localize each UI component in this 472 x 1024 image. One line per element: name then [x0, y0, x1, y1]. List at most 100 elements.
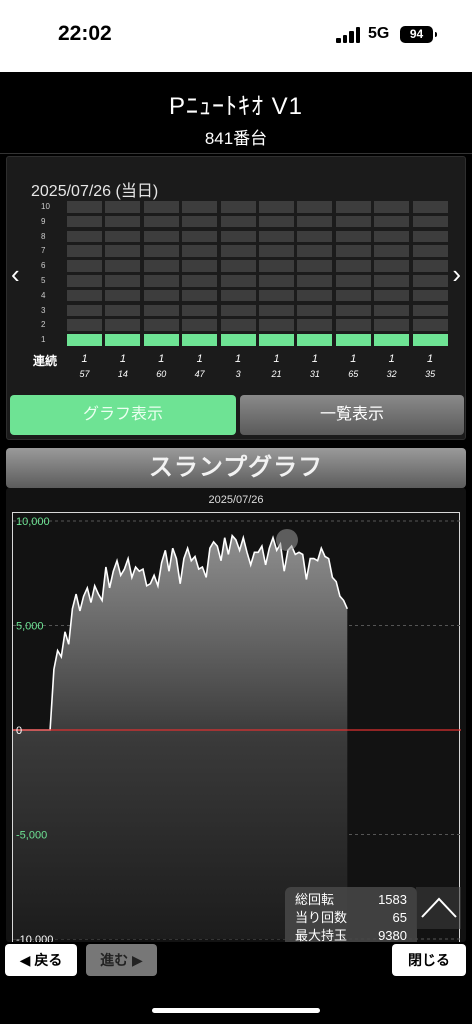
empty-cell	[143, 245, 179, 257]
stat-value: 1583	[378, 892, 407, 907]
machine-number: 841番台	[204, 129, 268, 148]
y-tick-label: -10,000	[16, 934, 53, 942]
empty-cell	[143, 260, 179, 272]
renzoku-count: 1	[350, 353, 357, 365]
empty-cell	[105, 245, 141, 257]
status-bar: 22:02 5G 94	[0, 0, 472, 72]
hit-cell	[374, 334, 410, 346]
renzoku-count: 1	[427, 353, 434, 365]
empty-cell	[374, 245, 410, 257]
row-number: 9	[41, 216, 46, 226]
empty-cell	[220, 260, 256, 272]
battery-icon: 94	[400, 26, 437, 43]
empty-cell	[143, 289, 179, 302]
empty-cell	[335, 304, 371, 317]
history-column[interactable]: 1 60	[144, 349, 179, 379]
empty-cell	[297, 275, 333, 287]
row-number: 8	[41, 231, 46, 241]
history-column[interactable]: 1 21	[259, 349, 294, 379]
home-indicator[interactable]	[152, 1008, 320, 1013]
stat-value: 9380	[378, 928, 407, 942]
history-column[interactable]: 1 14	[105, 349, 140, 379]
spin-count: 32	[386, 369, 397, 379]
empty-cell	[412, 215, 448, 228]
scroll-top-button[interactable]	[416, 887, 461, 929]
empty-cell	[259, 289, 294, 302]
empty-cell	[259, 215, 294, 228]
prev-day-chevron-icon[interactable]: ‹	[11, 259, 20, 290]
empty-cell	[220, 289, 256, 302]
empty-cell	[374, 289, 410, 302]
empty-cell	[182, 289, 218, 302]
history-column[interactable]: 1 65	[336, 349, 371, 379]
status-time: 22:02	[58, 22, 112, 45]
back-button[interactable]: ◀ 戻る	[5, 944, 77, 976]
spin-count: 31	[309, 369, 320, 379]
empty-cell	[297, 289, 333, 302]
spin-count: 21	[271, 369, 282, 379]
slump-graph-panel: 2025/07/26 10,000 5,000 0 -5,000 -10,000 総回転…	[6, 488, 466, 942]
empty-cell	[143, 275, 179, 287]
empty-cell	[220, 319, 256, 331]
tab-list-view[interactable]: 一覧表示	[240, 395, 464, 435]
history-row: 9	[27, 215, 448, 231]
history-column[interactable]: 1 31	[297, 349, 332, 379]
history-row: 8	[27, 230, 448, 246]
empty-cell	[105, 201, 141, 213]
empty-cell	[67, 260, 102, 272]
empty-cell	[67, 275, 102, 287]
empty-cell	[67, 289, 102, 302]
empty-cell	[412, 319, 448, 331]
history-column[interactable]: 1 47	[182, 349, 217, 379]
history-row: 1	[27, 334, 448, 349]
spin-count: 57	[79, 369, 90, 379]
empty-cell	[143, 230, 179, 243]
empty-cell	[335, 275, 371, 287]
empty-cell	[105, 215, 141, 228]
hit-cell	[143, 334, 179, 346]
row-number: 10	[41, 202, 50, 211]
graph-date: 2025/07/26	[208, 494, 264, 506]
empty-cell	[297, 230, 333, 243]
empty-cell	[182, 275, 218, 287]
stats-box: 総回転 1583 当り回数 65 最大持玉 9380	[285, 887, 417, 942]
stat-hit-count: 当り回数 65	[295, 909, 407, 927]
hit-cell	[67, 334, 102, 346]
empty-cell	[374, 230, 410, 243]
row-number: 2	[41, 320, 46, 330]
empty-cell	[220, 245, 256, 257]
empty-cell	[335, 245, 371, 257]
empty-cell	[182, 245, 218, 257]
tab-graph-view[interactable]: グラフ表示	[10, 395, 236, 435]
hit-cell	[335, 334, 371, 346]
renzoku-count: 1	[273, 353, 280, 365]
history-row: 7	[27, 245, 448, 260]
renzoku-count: 1	[235, 353, 242, 365]
empty-cell	[182, 201, 218, 213]
history-column[interactable]: 1 32	[374, 349, 409, 379]
row-number: 6	[41, 261, 46, 271]
empty-cell	[105, 304, 141, 317]
network-label: 5G	[368, 25, 390, 42]
signal-icon	[336, 27, 362, 43]
hit-cell	[182, 334, 218, 346]
history-row: 6	[27, 260, 448, 275]
history-column[interactable]: 1 57	[67, 349, 102, 379]
spin-count: 3	[235, 369, 241, 379]
empty-cell	[105, 289, 141, 302]
forward-button[interactable]: 進む ▶	[86, 944, 157, 976]
slump-chart: 10,000 5,000 0 -5,000 -10,000	[13, 516, 461, 942]
empty-cell	[335, 201, 371, 213]
renzoku-count: 1	[388, 353, 395, 365]
empty-cell	[297, 304, 333, 317]
history-column[interactable]: 1 35	[413, 349, 448, 379]
empty-cell	[259, 245, 294, 257]
empty-cell	[297, 245, 333, 257]
empty-cell	[105, 260, 141, 272]
renzoku-count: 1	[119, 353, 126, 365]
next-day-chevron-icon[interactable]: ›	[452, 259, 461, 290]
empty-cell	[220, 215, 256, 228]
close-button[interactable]: 閉じる	[392, 944, 466, 976]
empty-cell	[105, 275, 141, 287]
history-column[interactable]: 13	[221, 349, 256, 379]
